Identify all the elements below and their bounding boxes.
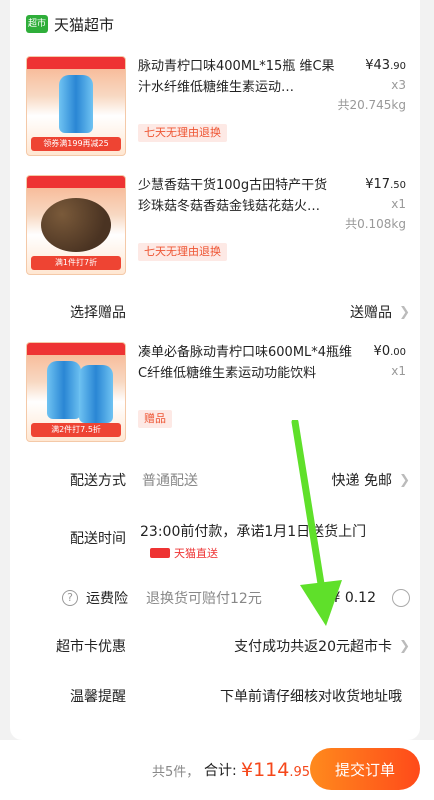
annotation-arrow-icon — [291, 420, 342, 626]
chevron-right-icon: ❯ — [399, 638, 410, 654]
submit-order-button[interactable]: 提交订单 — [310, 748, 420, 790]
product-price: ¥17.50 — [365, 177, 406, 192]
total-label: 合计: — [204, 763, 237, 779]
delivery-method-row[interactable]: 配送方式 普通配送 快递 免邮 ❯ — [70, 468, 410, 492]
product-title: 脉动青柠口味400ML*15瓶 维C果汁水纤维低糖维生素运动… — [138, 59, 335, 95]
chevron-right-icon: ❯ — [399, 472, 410, 488]
store-header: 超市 天猫超市 — [26, 12, 114, 36]
gift-badge: 赠品 — [138, 410, 172, 428]
product-price: ¥43.90 — [365, 58, 406, 73]
time-label: 配送时间 — [70, 531, 126, 547]
product-thumbnail[interactable]: 满1件打7折 — [26, 175, 126, 275]
return-badge: 七天无理由退换 — [138, 243, 227, 261]
reminder-value: 下单前请仔细核对收货地址哦 — [220, 689, 402, 705]
product-weight: 共0.108kg — [345, 217, 406, 231]
store-logo: 超市 — [26, 15, 48, 33]
product-title: 凑单必备脉动青柠口味600ML*4瓶维C纤维低糖维生素运动功能饮料 — [138, 345, 353, 381]
tmall-logo-icon — [150, 548, 170, 558]
insurance-row[interactable]: ? 运费险 退换货可赔付12元 ¥ 0.12 — [62, 586, 410, 610]
product-qty: x1 — [391, 197, 406, 211]
thumb-banner — [27, 176, 125, 188]
product-weight: 共20.745kg — [337, 98, 406, 112]
insurance-value: 退换货可赔付12元 — [146, 591, 262, 607]
thumb-tag: 领券满199再减25 — [31, 137, 121, 151]
card-discount-row[interactable]: 超市卡优惠 支付成功共返20元超市卡 ❯ — [56, 634, 410, 658]
bottle-image — [59, 75, 93, 133]
thumb-tag: 满2件打7.5折 — [31, 423, 121, 437]
order-card: 超市 天猫超市 领券满199再减25 脉动青柠口味400ML*15瓶 维C果汁水… — [10, 0, 420, 740]
store-name: 天猫超市 — [54, 15, 115, 34]
product-item[interactable]: 领券满199再减25 脉动青柠口味400ML*15瓶 维C果汁水纤维低糖维生素运… — [26, 56, 406, 166]
thumb-tag: 满1件打7折 — [31, 256, 121, 270]
product-qty: x1 — [391, 364, 406, 378]
card-discount-value: 支付成功共返20元超市卡 — [234, 639, 392, 655]
product-thumbnail[interactable]: 满2件打7.5折 — [26, 342, 126, 442]
gift-selection-row[interactable]: 选择赠品 送赠品 ❯ — [70, 300, 410, 324]
bottom-bar: 共5件， 合计: ¥114.95 提交订单 — [0, 740, 434, 800]
thumb-banner — [27, 343, 125, 355]
gift-value: 送赠品 — [350, 305, 392, 321]
reminder-row: 温馨提醒 下单前请仔细核对收货地址哦 — [70, 684, 410, 708]
product-thumbnail[interactable]: 领券满199再减25 — [26, 56, 126, 156]
return-badge: 七天无理由退换 — [138, 124, 227, 142]
product-price: ¥0.00 — [373, 344, 406, 359]
product-qty: x3 — [391, 78, 406, 92]
bottle-image — [47, 361, 81, 419]
gift-label: 选择赠品 — [70, 305, 126, 321]
question-icon[interactable]: ? — [62, 590, 78, 606]
card-discount-label: 超市卡优惠 — [56, 639, 126, 655]
bottle-image — [79, 365, 113, 423]
product-item[interactable]: 满1件打7折 少慧香菇干货100g古田特产干货珍珠菇冬菇香菇金钱菇花菇火… ¥1… — [26, 175, 406, 285]
insurance-radio[interactable] — [392, 589, 410, 607]
reminder-label: 温馨提醒 — [70, 689, 126, 705]
product-title: 少慧香菇干货100g古田特产干货珍珠菇冬菇香菇金钱菇花菇火… — [138, 178, 328, 214]
insurance-label: 运费险 — [86, 591, 128, 607]
chevron-right-icon: ❯ — [399, 304, 410, 320]
delivery-value: 普通配送 — [142, 473, 198, 489]
tmall-direct: 天猫直送 — [150, 545, 218, 561]
thumb-banner — [27, 57, 125, 69]
delivery-label: 配送方式 — [70, 473, 126, 489]
tmall-direct-label: 天猫直送 — [174, 547, 218, 560]
total-amount: ¥114.95 — [241, 759, 311, 781]
mushroom-image — [41, 198, 111, 252]
item-count: 共5件， — [152, 764, 200, 780]
